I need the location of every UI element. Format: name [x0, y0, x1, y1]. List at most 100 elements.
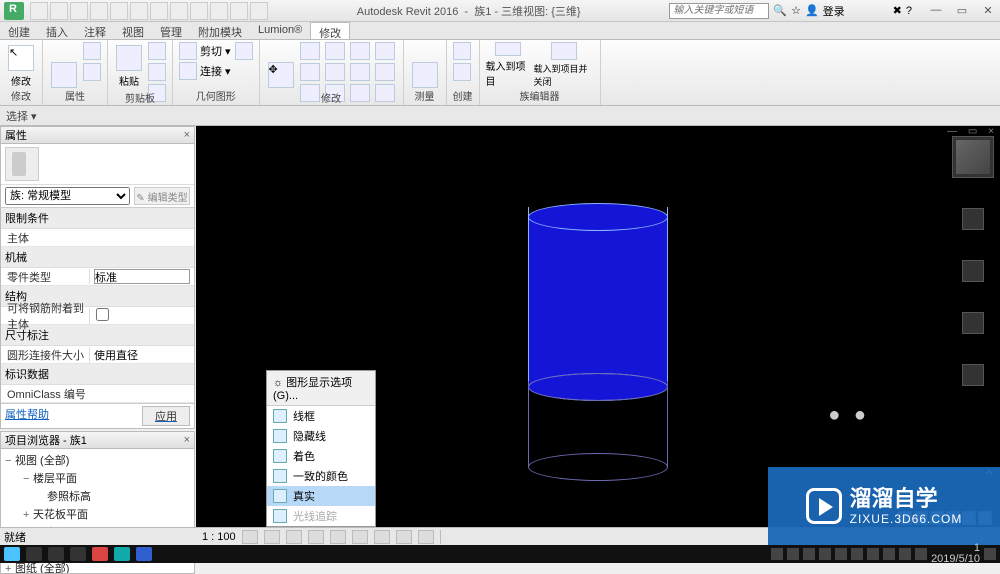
vs-wireframe-item[interactable]: 线框	[267, 406, 375, 426]
subscription-icon[interactable]: ☆	[791, 4, 801, 17]
prop-value[interactable]: 使用直径	[89, 347, 194, 363]
tray-icon[interactable]	[771, 548, 783, 560]
load-into-project-close-button[interactable]: 载入到项目并关闭	[534, 42, 594, 88]
vs-realistic-item[interactable]: 真实	[267, 486, 375, 506]
start-button-icon[interactable]	[4, 547, 20, 561]
tray-icon[interactable]	[819, 548, 831, 560]
create-similar-icon[interactable]	[453, 42, 471, 60]
revit-logo-icon[interactable]	[4, 2, 24, 20]
tree-label[interactable]: 楼层平面	[33, 473, 77, 485]
group-icon[interactable]	[453, 63, 471, 81]
view-cube[interactable]	[952, 136, 994, 178]
login-label[interactable]: 登录	[823, 3, 845, 19]
tab-annotate[interactable]: 注释	[76, 22, 114, 39]
shadows-icon[interactable]	[308, 530, 324, 544]
network-icon[interactable]	[899, 548, 911, 560]
rotate-icon[interactable]	[325, 63, 345, 81]
tray-icon[interactable]	[803, 548, 815, 560]
browser-title-bar[interactable]: 项目浏览器 - 族1 ×	[0, 431, 195, 449]
mirror-draw-icon[interactable]	[375, 42, 395, 60]
join-geom-icon[interactable]	[179, 62, 197, 80]
nav-zoom-icon[interactable]	[962, 312, 984, 334]
taskview-icon[interactable]	[48, 547, 64, 561]
cut-geom-icon[interactable]	[179, 42, 197, 60]
paste-button[interactable]: 粘贴	[114, 42, 144, 88]
help-icon[interactable]: ?	[906, 5, 912, 17]
tray-icon[interactable]	[835, 548, 847, 560]
expand-icon[interactable]: +	[5, 563, 15, 574]
search-icon[interactable]: 🔍	[773, 4, 787, 17]
qa-open-icon[interactable]	[30, 2, 48, 20]
crop-visible-icon[interactable]	[374, 530, 390, 544]
reveal-hidden-icon[interactable]	[418, 530, 434, 544]
qa-save-icon[interactable]	[50, 2, 68, 20]
notifications-icon[interactable]	[984, 548, 996, 560]
nav-wheel-icon[interactable]	[962, 208, 984, 230]
volume-icon[interactable]	[915, 548, 927, 560]
vs-consistent-item[interactable]: 一致的颜色	[267, 466, 375, 486]
crop-region-icon[interactable]	[352, 530, 368, 544]
tab-create[interactable]: 创建	[0, 22, 38, 39]
search-icon[interactable]	[26, 547, 42, 561]
detail-level-icon[interactable]	[242, 530, 258, 544]
rendering-icon[interactable]	[330, 530, 346, 544]
properties-help-link[interactable]: 属性帮助	[5, 406, 49, 426]
group-constraints[interactable]: 限制条件	[1, 208, 194, 229]
exchange-icon[interactable]: ✖	[893, 4, 902, 17]
tree-label[interactable]: 图纸 (全部)	[15, 563, 69, 574]
chevron-down-icon[interactable]: ▾	[225, 45, 231, 58]
align-icon[interactable]	[300, 42, 320, 60]
rebar-host-checkbox[interactable]	[96, 308, 109, 321]
properties-title-bar[interactable]: 属性 ×	[0, 126, 195, 144]
apply-button[interactable]: 应用	[142, 406, 190, 426]
graphic-display-options-item[interactable]: ☼ 图形显示选项(G)...	[267, 371, 375, 406]
vs-hiddenline-item[interactable]: 隐藏线	[267, 426, 375, 446]
qa-undo-icon[interactable]	[70, 2, 88, 20]
cut-clipboard-icon[interactable]	[148, 42, 166, 60]
scale-button[interactable]: 1 : 100	[202, 531, 236, 543]
system-clock[interactable]: 1 2019/5/10	[931, 543, 980, 565]
properties-button[interactable]	[49, 42, 79, 88]
tray-icon[interactable]	[787, 548, 799, 560]
visual-style-icon[interactable]	[264, 530, 280, 544]
tree-label[interactable]: 参照标高	[47, 491, 91, 503]
tab-lumion[interactable]: Lumion®	[250, 22, 310, 39]
tree-label[interactable]: 视图 (全部)	[15, 455, 69, 467]
revit-taskbar-icon[interactable]	[136, 547, 152, 561]
app-red-icon[interactable]	[92, 547, 108, 561]
paint-icon[interactable]	[235, 42, 253, 60]
nav-pan-icon[interactable]	[962, 260, 984, 282]
qa-3d-icon[interactable]	[130, 2, 148, 20]
infocenter-search-input[interactable]	[669, 3, 769, 19]
tree-label[interactable]: 天花板平面	[33, 509, 88, 521]
model-cylinder[interactable]	[528, 217, 668, 387]
qa-print-icon[interactable]	[110, 2, 128, 20]
modify-button[interactable]: ↖ 修改	[6, 42, 36, 88]
window-restore-icon[interactable]: ▭	[954, 4, 970, 17]
family-types-icon[interactable]	[83, 63, 101, 81]
qa-close-inactive-icon[interactable]	[210, 2, 228, 20]
tab-modify[interactable]: 修改	[310, 22, 350, 39]
group-dimensions[interactable]: 尺寸标注	[1, 325, 194, 346]
tray-icon[interactable]	[883, 548, 895, 560]
group-mechanical[interactable]: 机械	[1, 247, 194, 268]
mirror-axis-icon[interactable]	[350, 42, 370, 60]
type-selector[interactable]: 族: 常规模型	[5, 187, 130, 205]
obs-icon[interactable]	[70, 547, 86, 561]
edit-type-button[interactable]: ✎ 编辑类型	[134, 187, 190, 205]
type-properties-icon[interactable]	[83, 42, 101, 60]
app-teal-icon[interactable]	[114, 547, 130, 561]
tab-addins[interactable]: 附加模块	[190, 22, 250, 39]
select-dropdown[interactable]: 选择 ▾	[6, 108, 37, 124]
qa-redo-icon[interactable]	[90, 2, 108, 20]
expand-icon[interactable]: −	[23, 473, 33, 485]
split-icon[interactable]	[375, 63, 395, 81]
offset-icon[interactable]	[325, 42, 345, 60]
qa-measure-icon[interactable]	[170, 2, 188, 20]
load-into-project-button[interactable]: 载入到项目	[486, 42, 530, 88]
tray-icon[interactable]	[851, 548, 863, 560]
chevron-down-icon[interactable]: ▾	[225, 65, 231, 78]
move-button[interactable]: ✥	[266, 42, 296, 88]
vs-shaded-item[interactable]: 着色	[267, 446, 375, 466]
close-icon[interactable]: ×	[184, 434, 190, 446]
